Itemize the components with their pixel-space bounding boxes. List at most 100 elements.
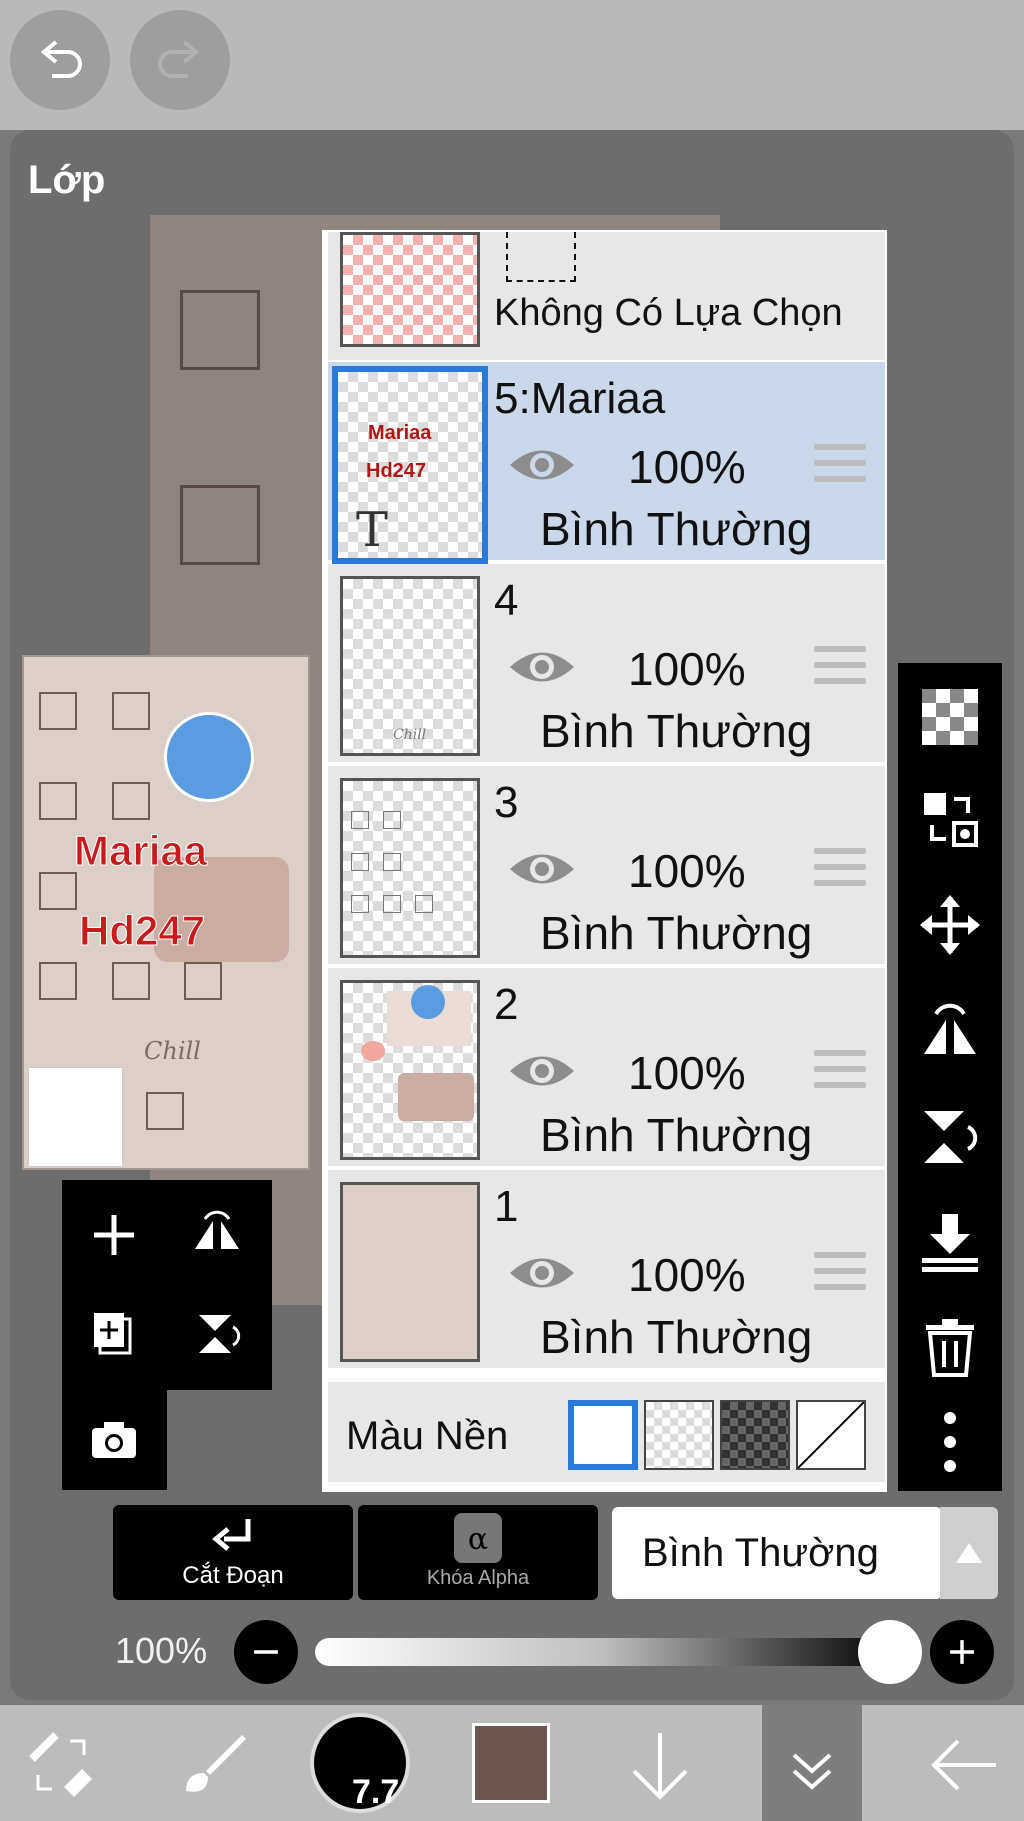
lock-icon: α — [454, 1513, 502, 1563]
clipping-label: Cắt Đoạn — [182, 1562, 284, 1589]
duplicate-icon — [94, 1313, 132, 1355]
camera-icon — [92, 1422, 136, 1458]
drag-handle-icon[interactable] — [814, 1050, 866, 1094]
alpha-lock-button[interactable]: α Khóa Alpha — [358, 1505, 598, 1600]
layer-opacity: 100% — [628, 643, 746, 695]
layer-down-button[interactable] — [612, 1717, 708, 1813]
layer-row-2[interactable]: 2 100% Bình Thường — [328, 968, 885, 1168]
layer-mini-toolbar-bottom — [62, 1390, 167, 1490]
selection-layer-row[interactable]: Không Có Lựa Chọn — [328, 232, 885, 360]
move-button[interactable] — [916, 891, 984, 959]
undo-button[interactable] — [10, 10, 110, 110]
add-layer-button[interactable] — [74, 1195, 154, 1275]
redo-icon — [158, 40, 200, 78]
blend-mode-dropdown-button[interactable] — [940, 1507, 998, 1599]
bg-swatch-white[interactable] — [568, 1400, 638, 1470]
brush-size-indicator[interactable]: 7.7 — [310, 1713, 410, 1813]
triangle-up-icon — [956, 1543, 982, 1563]
preview-square — [184, 962, 222, 1000]
plus-icon — [950, 1640, 974, 1664]
flip-horizontal-icon — [195, 1210, 239, 1249]
layer-opacity: 100% — [628, 1047, 746, 1099]
bg-swatch-none[interactable] — [796, 1400, 866, 1470]
drag-handle-icon[interactable] — [814, 1252, 866, 1296]
eye-icon[interactable] — [506, 1048, 578, 1094]
layer-opacity: 100% — [628, 845, 746, 897]
preview-square — [112, 782, 150, 820]
layer-name: 2 — [494, 980, 519, 1029]
color-swatch[interactable] — [472, 1723, 550, 1803]
eye-icon[interactable] — [506, 846, 578, 892]
drag-handle-icon[interactable] — [814, 646, 866, 690]
text-layer-icon: T — [356, 502, 389, 558]
clipping-button[interactable]: Cắt Đoạn — [113, 1505, 353, 1600]
opacity-slider-track[interactable] — [315, 1638, 895, 1666]
more-vertical-icon — [944, 1412, 956, 1472]
layer-opacity: 100% — [628, 1249, 746, 1301]
layer-thumbnail[interactable]: Chill — [340, 576, 480, 756]
transform-tool-button[interactable] — [14, 1717, 110, 1813]
duplicate-layer-button[interactable] — [74, 1295, 154, 1375]
drag-handle-icon[interactable] — [814, 444, 866, 488]
preview-square — [39, 782, 77, 820]
opacity-decrease-button[interactable] — [234, 1620, 298, 1684]
more-options-button[interactable] — [916, 1408, 984, 1476]
merge-down-button[interactable] — [916, 1208, 984, 1276]
brush-size-value: 7.7 — [352, 1773, 400, 1811]
plus-icon — [94, 1215, 134, 1255]
eye-icon[interactable] — [506, 1250, 578, 1296]
layer-blend-mode: Bình Thường — [540, 907, 813, 959]
selection-dashed-icon — [506, 232, 576, 282]
transparency-button[interactable] — [916, 683, 984, 751]
brush-tool-button[interactable] — [164, 1717, 260, 1813]
eye-icon[interactable] — [506, 644, 578, 690]
layer-thumbnail[interactable]: Mariaa Hd247 T — [332, 366, 488, 564]
preview-text-line1: Mariaa — [73, 827, 208, 875]
layer-row-1[interactable]: 1 100% Bình Thường — [328, 1170, 885, 1370]
opacity-slider-thumb[interactable] — [858, 1620, 922, 1684]
layer-thumbnail[interactable] — [340, 980, 480, 1160]
layer-blend-mode: Bình Thường — [540, 503, 813, 555]
thumb-chill-text: Chill — [393, 727, 427, 743]
flip-vertical-button[interactable] — [177, 1295, 257, 1375]
preview-square — [39, 872, 77, 910]
back-button[interactable] — [916, 1717, 1012, 1813]
arrow-down-icon — [632, 1733, 688, 1800]
layer-blend-mode: Bình Thường — [540, 1109, 813, 1161]
flip-horizontal-button[interactable] — [177, 1195, 257, 1275]
flip-horizontal-right-button[interactable] — [916, 998, 984, 1066]
layer-mini-toolbar — [62, 1180, 272, 1390]
canvas-preview[interactable]: Mariaa Hd247 Chill — [22, 655, 310, 1170]
flip-vertical-icon — [199, 1315, 241, 1353]
layer-blend-mode: Bình Thường — [540, 705, 813, 757]
layers-toggle-button[interactable] — [764, 1717, 860, 1813]
opacity-increase-button[interactable] — [930, 1620, 994, 1684]
minus-icon — [254, 1650, 278, 1654]
layer-thumbnail[interactable] — [340, 1182, 480, 1362]
thumb-text-line2: Hd247 — [366, 460, 427, 482]
bg-swatch-light-checker[interactable] — [644, 1400, 714, 1470]
bg-swatch-dark-checker[interactable] — [720, 1400, 790, 1470]
layer-row-4[interactable]: Chill 4 100% Bình Thường — [328, 564, 885, 764]
layer-row-5[interactable]: Mariaa Hd247 T 5:Mariaa 100% Bình Thường — [328, 362, 885, 564]
layer-row-3[interactable]: 3 100% Bình Thường — [328, 766, 885, 966]
checkerboard-icon — [922, 689, 978, 745]
flip-vertical-right-button[interactable] — [916, 1103, 984, 1171]
camera-button[interactable] — [74, 1400, 154, 1480]
drag-handle-icon[interactable] — [814, 848, 866, 892]
preview-square — [39, 962, 77, 1000]
eye-icon[interactable] — [506, 442, 578, 488]
preview-square — [112, 692, 150, 730]
redo-button[interactable] — [130, 10, 230, 110]
delete-layer-button[interactable] — [916, 1313, 984, 1381]
preview-square — [112, 962, 150, 1000]
layer-thumbnail[interactable] — [340, 778, 480, 958]
flip-vertical-icon — [924, 1111, 978, 1163]
blend-mode-select[interactable]: Bình Thường — [612, 1507, 942, 1599]
layer-name: 4 — [494, 576, 519, 625]
background-color-label: Màu Nền — [346, 1414, 509, 1458]
bottom-toolbar: 7.7 — [0, 1705, 1024, 1821]
swap-layer-button[interactable] — [916, 785, 984, 853]
layers-list: Không Có Lựa Chọn Mariaa Hd247 T 5:Maria… — [322, 230, 887, 1492]
layer-opacity: 100% — [628, 441, 746, 493]
